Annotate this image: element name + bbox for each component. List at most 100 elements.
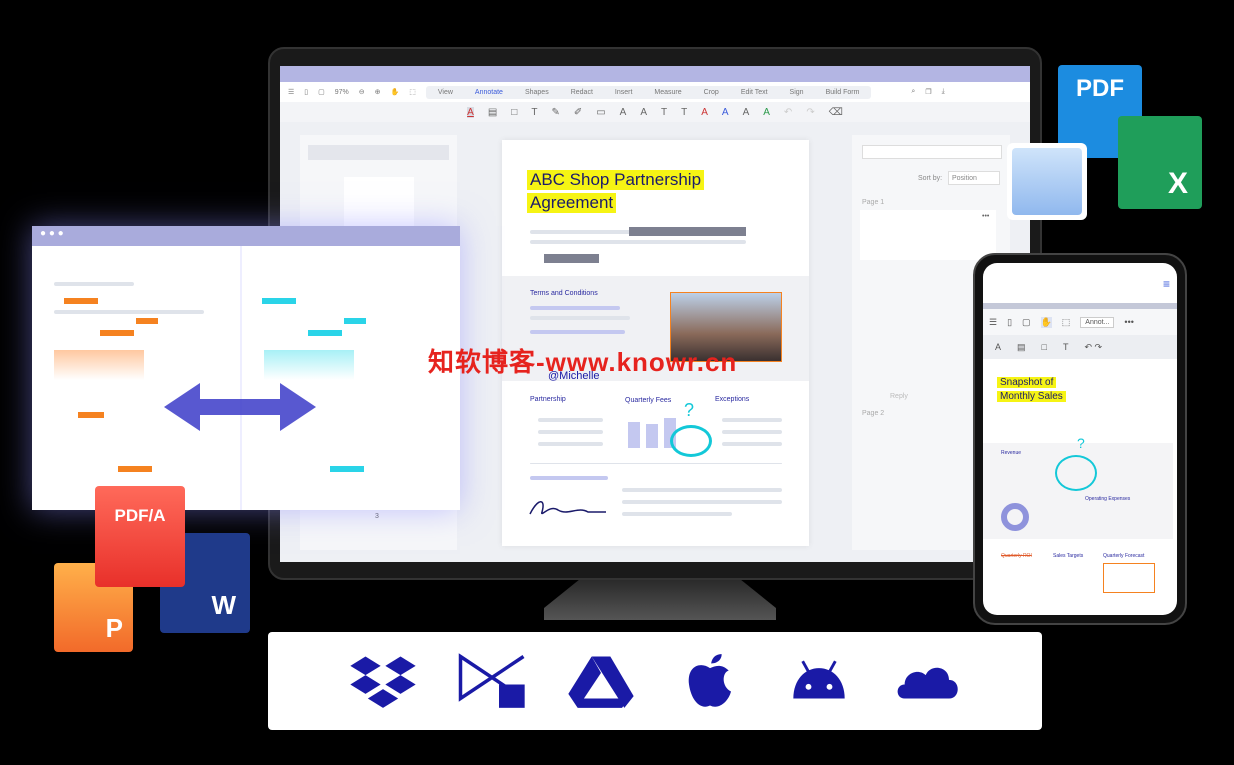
phone-revenue: Revenue — [1001, 450, 1022, 456]
underline-green-icon[interactable]: A — [763, 107, 770, 118]
phone-title-1: Snapshot of — [997, 377, 1057, 388]
zoom-in-icon[interactable]: ⊕ — [375, 88, 381, 96]
comment-search-input[interactable] — [862, 145, 1002, 159]
phone-menu-button[interactable]: ☰ — [989, 317, 997, 328]
underline-blue-icon[interactable]: A — [722, 107, 729, 118]
sidebar-icon[interactable]: ▯ — [304, 88, 308, 96]
swap-arrows-icon — [164, 383, 316, 431]
undo-icon[interactable]: ↶ — [784, 107, 792, 118]
phone-roi: Quarterly ROI — [1001, 553, 1032, 559]
pan-icon[interactable]: ✋ — [391, 88, 400, 96]
compare-window: ● ● ● — [32, 226, 460, 510]
eraser-icon[interactable]: ⌫ — [829, 107, 843, 118]
squiggly-icon[interactable]: A — [620, 107, 627, 118]
window-dots: ● ● ● — [32, 226, 460, 246]
tab-redact[interactable]: Redact — [571, 89, 593, 96]
file-icon[interactable]: ▢ — [318, 88, 325, 96]
sort-label: Sort by: — [918, 175, 943, 182]
subscript-icon[interactable]: T — [661, 107, 667, 118]
onedrive-icon[interactable] — [893, 651, 963, 711]
phone-text-icon[interactable]: A — [995, 342, 1001, 352]
tab-shapes[interactable]: Shapes — [525, 89, 549, 96]
comment-card[interactable] — [860, 210, 996, 260]
section-terms: Terms and Conditions — [530, 290, 598, 297]
download-icon[interactable]: ⤓ — [942, 88, 945, 96]
question-mark: ? — [684, 400, 695, 420]
sort-select[interactable]: Position — [948, 171, 1000, 185]
phone-circle-annotation — [1055, 455, 1097, 491]
phone-question-mark: ? — [1077, 435, 1085, 451]
section-partnership: Partnership — [530, 396, 566, 403]
strikeout-icon[interactable]: A — [640, 107, 647, 118]
title-bar — [280, 66, 1030, 82]
menu-tabs: View Annotate Shapes Redact Insert Measu… — [425, 85, 872, 99]
phone-mode-select[interactable]: Annot... — [1080, 316, 1115, 328]
donut-chart — [1001, 503, 1029, 531]
tab-sign[interactable]: Sign — [790, 89, 804, 96]
select-icon[interactable]: ⬚ — [409, 88, 416, 96]
copy-icon[interactable]: ❐ — [925, 88, 931, 96]
page-thumbnail[interactable] — [344, 177, 414, 227]
phone-selected-chart[interactable] — [1103, 563, 1155, 593]
excel-file-icon: X — [1118, 116, 1202, 209]
circle-annotation — [670, 425, 712, 457]
tab-build-form[interactable]: Build Form — [826, 89, 860, 96]
apple-icon[interactable] — [675, 651, 745, 711]
menu-icon[interactable]: ☰ — [288, 88, 294, 96]
phone-title-2: Monthly Sales — [997, 391, 1066, 402]
annotation-toolbar: A ▤ □ T ✎ ✐ ▭ A A T T A A A A ↶ ↷ ⌫ — [280, 102, 1030, 122]
doc-title-1: ABC Shop Partnership — [527, 170, 705, 190]
phone-undo-icon[interactable]: ↶ ↷ — [1084, 342, 1102, 353]
tab-annotate[interactable]: Annotate — [475, 89, 503, 96]
redo-icon[interactable]: ↷ — [806, 107, 814, 118]
phone-file-icon[interactable]: ▢ — [1022, 317, 1031, 328]
superscript-icon[interactable]: T — [681, 107, 687, 118]
underline-black-icon[interactable]: A — [743, 107, 750, 118]
thumbnail-tabs[interactable] — [308, 145, 449, 160]
comment-icon[interactable]: ▭ — [596, 107, 605, 118]
main-toolbar: ☰ ▯ ▢ 97% ⊖ ⊕ ✋ ⬚ View Annotate Shapes R… — [280, 82, 1030, 102]
phone-forecast: Quarterly Forecast — [1103, 553, 1145, 559]
free-text-icon[interactable]: ▤ — [488, 107, 497, 118]
integrations-bar — [268, 632, 1042, 730]
reply-button[interactable]: Reply — [890, 393, 908, 400]
search-icon[interactable]: ⌕ — [911, 88, 915, 96]
tab-edit-text[interactable]: Edit Text — [741, 89, 768, 96]
android-icon[interactable] — [784, 651, 854, 711]
phone-menu-icon[interactable]: ≡ — [1163, 277, 1170, 291]
tab-measure[interactable]: Measure — [654, 89, 681, 96]
monitor-stand — [544, 580, 776, 620]
page-1-label: Page 1 — [862, 199, 885, 206]
phone: ≡ ☰ ▯ ▢ ✋ ⬚ Annot... ••• A ▤ □ T ↶ ↷ Snapshot of… — [973, 253, 1187, 625]
phone-t-icon[interactable]: T — [1063, 342, 1069, 352]
phone-select-icon[interactable]: ⬚ — [1062, 317, 1071, 328]
google-drive-icon[interactable] — [566, 651, 636, 711]
zoom-select[interactable]: 97% — [335, 89, 349, 96]
pen-icon[interactable]: ✎ — [551, 107, 559, 118]
zoom-out-icon[interactable]: ⊖ — [359, 88, 365, 96]
phone-freetext-icon[interactable]: ▤ — [1017, 342, 1026, 353]
redaction — [629, 227, 746, 236]
highlight-text-icon[interactable]: A — [467, 106, 474, 118]
rectangle-icon[interactable]: □ — [511, 107, 517, 118]
phone-sidebar-icon[interactable]: ▯ — [1007, 317, 1012, 328]
highlighter-icon[interactable]: ✐ — [574, 107, 582, 118]
phone-rect-icon[interactable]: □ — [1042, 342, 1047, 352]
more-icon[interactable]: ••• — [982, 213, 989, 220]
phone-screen: ≡ ☰ ▯ ▢ ✋ ⬚ Annot... ••• A ▤ □ T ↶ ↷ Snapshot of… — [983, 263, 1177, 615]
section-fees: Quarterly Fees — [625, 397, 672, 404]
phone-opex: Operating Expenses — [1085, 496, 1131, 502]
text-icon[interactable]: T — [531, 107, 537, 118]
watermark: 知软博客-www.knowr.cn — [428, 347, 738, 377]
tab-insert[interactable]: Insert — [615, 89, 633, 96]
tab-crop[interactable]: Crop — [704, 89, 719, 96]
image-file-icon — [1007, 143, 1087, 220]
dropbox-icon[interactable] — [348, 651, 418, 711]
signature — [529, 501, 606, 515]
page-number: 3 — [375, 513, 379, 520]
phone-pan-icon[interactable]: ✋ — [1040, 316, 1052, 328]
text-color-icon[interactable]: A — [701, 107, 708, 118]
sharepoint-icon[interactable] — [457, 651, 527, 711]
phone-more-icon[interactable]: ••• — [1124, 317, 1133, 327]
tab-view[interactable]: View — [438, 89, 453, 96]
